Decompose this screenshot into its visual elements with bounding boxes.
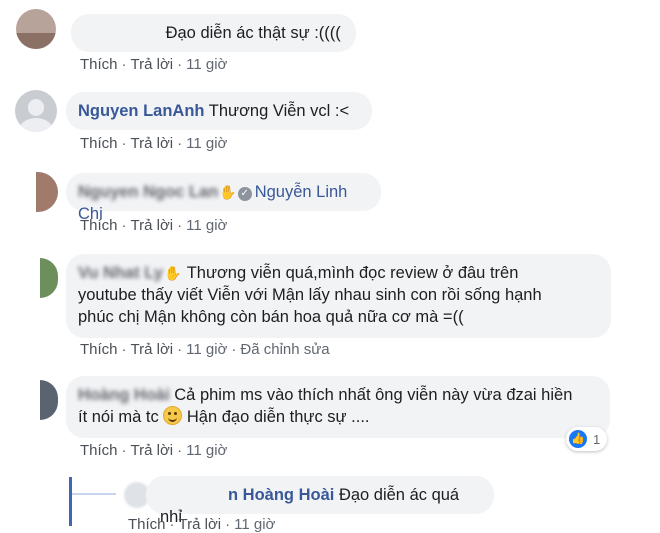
timestamp[interactable]: 11 giờ: [186, 135, 227, 152]
comment-text: Thương Viễn vcl :<: [208, 102, 350, 120]
comment-author[interactable]: [83, 22, 161, 44]
comment-text-line: Cả phim ms vào thích nhất ông viễn này v…: [174, 386, 573, 404]
hand-wave-icon: ✋: [163, 265, 182, 281]
comment-bubble: Nguyen LanAnh Thương Viễn vcl :<: [66, 92, 372, 130]
reply-link[interactable]: Trả lời: [131, 442, 174, 459]
comment-author[interactable]: Vu Nhat Ly: [78, 264, 163, 282]
edited-label[interactable]: Đã chỉnh sửa: [240, 341, 329, 358]
like-link[interactable]: Thích: [80, 442, 118, 459]
comment-text: Đạo diễn ác thật sự :((((: [165, 24, 341, 42]
timestamp[interactable]: 11 giờ: [186, 341, 227, 358]
smile-emoji-icon: [163, 406, 183, 425]
timestamp[interactable]: 11 giờ: [186, 442, 227, 459]
comment-text-line: youtube thấy viết Viễn với Mận lấy nhau …: [78, 286, 542, 304]
like-link[interactable]: Thích: [80, 135, 118, 152]
comment-actions: Thích · Trả lời · 11 giờ · Đã chỉnh sửa: [80, 341, 330, 358]
comment-actions: Thích · Trả lời · 11 giờ: [80, 56, 228, 73]
comment-actions: Thích · Trả lời · 11 giờ: [80, 442, 228, 459]
hand-wave-icon: ✋: [219, 184, 237, 200]
like-link[interactable]: Thích: [128, 516, 166, 533]
reaction-count-badge[interactable]: 👍 1: [566, 427, 608, 451]
like-link[interactable]: Thích: [80, 56, 118, 73]
reply-bubble: n Hoàng Hoài Đạo diễn ác quá nhỉ: [146, 476, 494, 526]
comment-bubble: Hoàng Hoài Cả phim ms vào thích nhất ông…: [66, 376, 610, 438]
timestamp[interactable]: 11 giờ: [234, 516, 275, 533]
comment-actions: Thích · Trả lời · 11 giờ: [80, 135, 228, 152]
avatar[interactable]: [15, 90, 57, 132]
like-link[interactable]: Thích: [80, 217, 118, 234]
reply-connector: [72, 493, 116, 495]
reply-author[interactable]: n Hoàng Hoài: [228, 486, 334, 504]
avatar[interactable]: [36, 172, 58, 212]
comment-bubble: Đạo diễn ác thật sự :((((: [71, 14, 356, 52]
check-circle-icon: ✓: [237, 187, 252, 201]
timestamp[interactable]: 11 giờ: [186, 56, 227, 73]
comment-text-line: ít nói mà tc: [78, 408, 159, 426]
reply-thread-line: [69, 477, 72, 526]
comment-text-line: phúc chị Mận không còn bán hoa quả nữa c…: [78, 308, 464, 326]
reply-link[interactable]: Trả lời: [179, 516, 222, 533]
reply-link[interactable]: Trả lời: [131, 341, 174, 358]
avatar[interactable]: [40, 258, 58, 298]
comment-text-line: Hận đạo diễn thực sự ....: [186, 408, 370, 426]
reply-link[interactable]: Trả lời: [131, 135, 174, 152]
reply-link[interactable]: Trả lời: [131, 56, 174, 73]
comment-author[interactable]: Nguyen Ngoc Lan: [78, 183, 218, 201]
timestamp[interactable]: 11 giờ: [186, 217, 227, 234]
like-link[interactable]: Thích: [80, 341, 118, 358]
comment-author[interactable]: Hoàng Hoài: [78, 386, 170, 404]
comment-text-line: Thương viễn quá,mình đọc review ở đâu tr…: [186, 264, 519, 282]
reply-actions: Thích · Trả lời · 11 giờ: [128, 516, 276, 533]
avatar[interactable]: [16, 9, 56, 49]
like-reaction-icon: 👍: [569, 430, 587, 448]
comment-actions: Thích · Trả lời · 11 giờ: [80, 217, 228, 234]
reaction-count: 1: [593, 431, 601, 447]
comment-author[interactable]: Nguyen LanAnh: [78, 102, 205, 120]
comment-bubble: Nguyen Ngoc Lan✋ ✓ Nguyễn Linh Chi: [66, 173, 381, 223]
avatar[interactable]: [40, 380, 58, 420]
comment-bubble: Vu Nhat Ly✋ Thương viễn quá,mình đọc rev…: [66, 254, 611, 338]
reply-link[interactable]: Trả lời: [131, 217, 174, 234]
